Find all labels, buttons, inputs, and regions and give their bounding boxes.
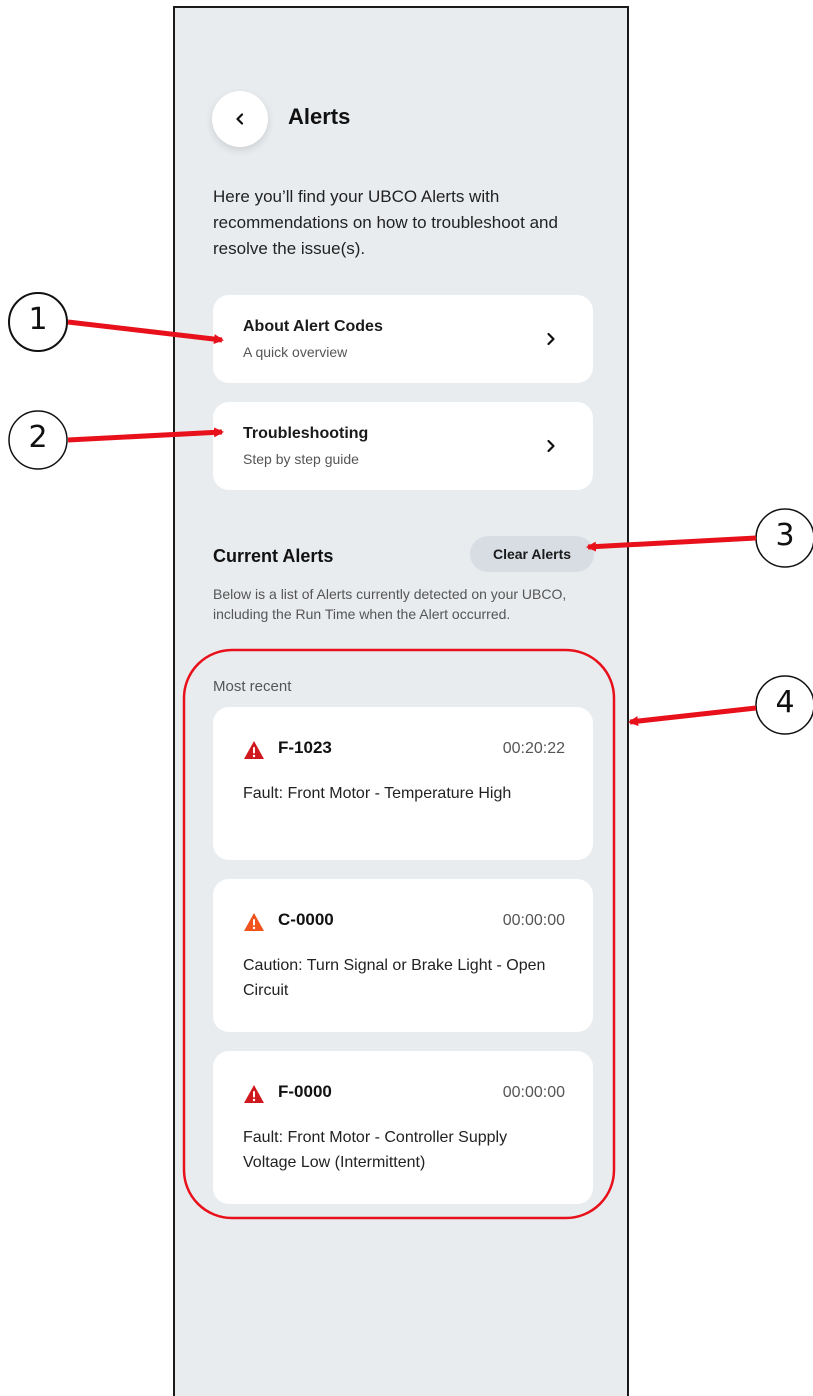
- alert-description: Fault: Front Motor - Controller Supply V…: [243, 1129, 508, 1171]
- card-subtitle: A quick overview: [243, 344, 348, 360]
- troubleshooting-card[interactable]: Troubleshooting Step by step guide: [213, 402, 593, 490]
- clear-alerts-button[interactable]: Clear Alerts: [470, 536, 594, 572]
- callout-label-1: 1: [28, 302, 48, 337]
- alert-card[interactable]: F-1023 00:20:22 Fault: Front Motor - Tem…: [213, 707, 593, 860]
- alert-run-time: 00:20:22: [502, 740, 565, 757]
- alert-code: F-1023: [278, 738, 332, 757]
- card-title: About Alert Codes: [243, 318, 383, 335]
- alert-card[interactable]: F-0000 00:00:00 Fault: Front Motor - Con…: [213, 1051, 593, 1204]
- card-title: Troubleshooting: [243, 425, 369, 442]
- alert-run-time: 00:00:00: [502, 912, 565, 929]
- callout-label-2: 2: [28, 420, 48, 455]
- alert-description: Fault: Front Motor - Temperature High: [243, 785, 512, 802]
- alert-run-time: 00:00:00: [502, 1084, 565, 1101]
- alert-card[interactable]: C-0000 00:00:00 Caution: Turn Signal or …: [213, 879, 593, 1032]
- current-alerts-heading: Current Alerts: [213, 546, 334, 566]
- chevron-right-icon: [547, 439, 555, 453]
- chevron-left-icon: [236, 113, 244, 125]
- alert-description: Caution: Turn Signal or Brake Light - Op…: [243, 957, 546, 999]
- warning-icon: [244, 913, 264, 931]
- alert-code: C-0000: [278, 910, 334, 929]
- about-alert-codes-card[interactable]: About Alert Codes A quick overview: [213, 295, 593, 383]
- chevron-right-icon: [547, 332, 555, 346]
- callout-arrow-4: [628, 705, 757, 727]
- alert-code: F-0000: [278, 1082, 332, 1101]
- most-recent-label: Most recent: [213, 678, 292, 695]
- callout-label-3: 3: [775, 518, 795, 553]
- warning-icon: [244, 1085, 264, 1103]
- back-button[interactable]: [212, 91, 268, 147]
- warning-icon: [244, 741, 264, 759]
- intro-text: Here you’ll find your UBCO Alerts with r…: [213, 187, 558, 258]
- callout-label-4: 4: [775, 685, 795, 720]
- page-title: Alerts: [288, 104, 351, 129]
- phone-screen: Alerts Here you’ll find your UBCO Alerts…: [173, 6, 629, 1396]
- card-subtitle: Step by step guide: [243, 451, 359, 467]
- current-alerts-description: Below is a list of Alerts currently dete…: [213, 586, 567, 622]
